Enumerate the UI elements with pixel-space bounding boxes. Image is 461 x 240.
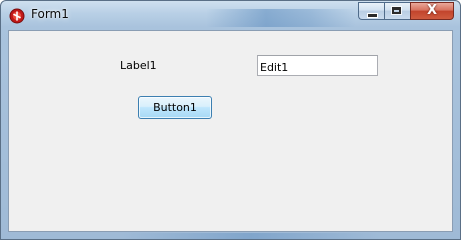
frame-glass-highlight-bottom (121, 233, 381, 239)
close-icon: X (426, 3, 438, 18)
minimize-button[interactable] (358, 2, 384, 20)
maximize-button[interactable] (384, 2, 410, 20)
app-icon[interactable] (9, 8, 25, 24)
close-button[interactable]: X (410, 2, 454, 20)
label1: Label1 (120, 59, 157, 72)
caption-buttons: X (358, 2, 454, 20)
minimize-icon (367, 13, 378, 18)
title-bar[interactable]: Form1 X (1, 1, 460, 31)
window-title: Form1 (31, 7, 69, 21)
application-window: Form1 X Label1 Button1 (0, 0, 461, 240)
maximize-icon (391, 6, 402, 15)
form-client-area: Label1 Button1 (8, 30, 453, 232)
button1[interactable]: Button1 (138, 96, 212, 119)
edit1-input[interactable] (257, 55, 378, 76)
